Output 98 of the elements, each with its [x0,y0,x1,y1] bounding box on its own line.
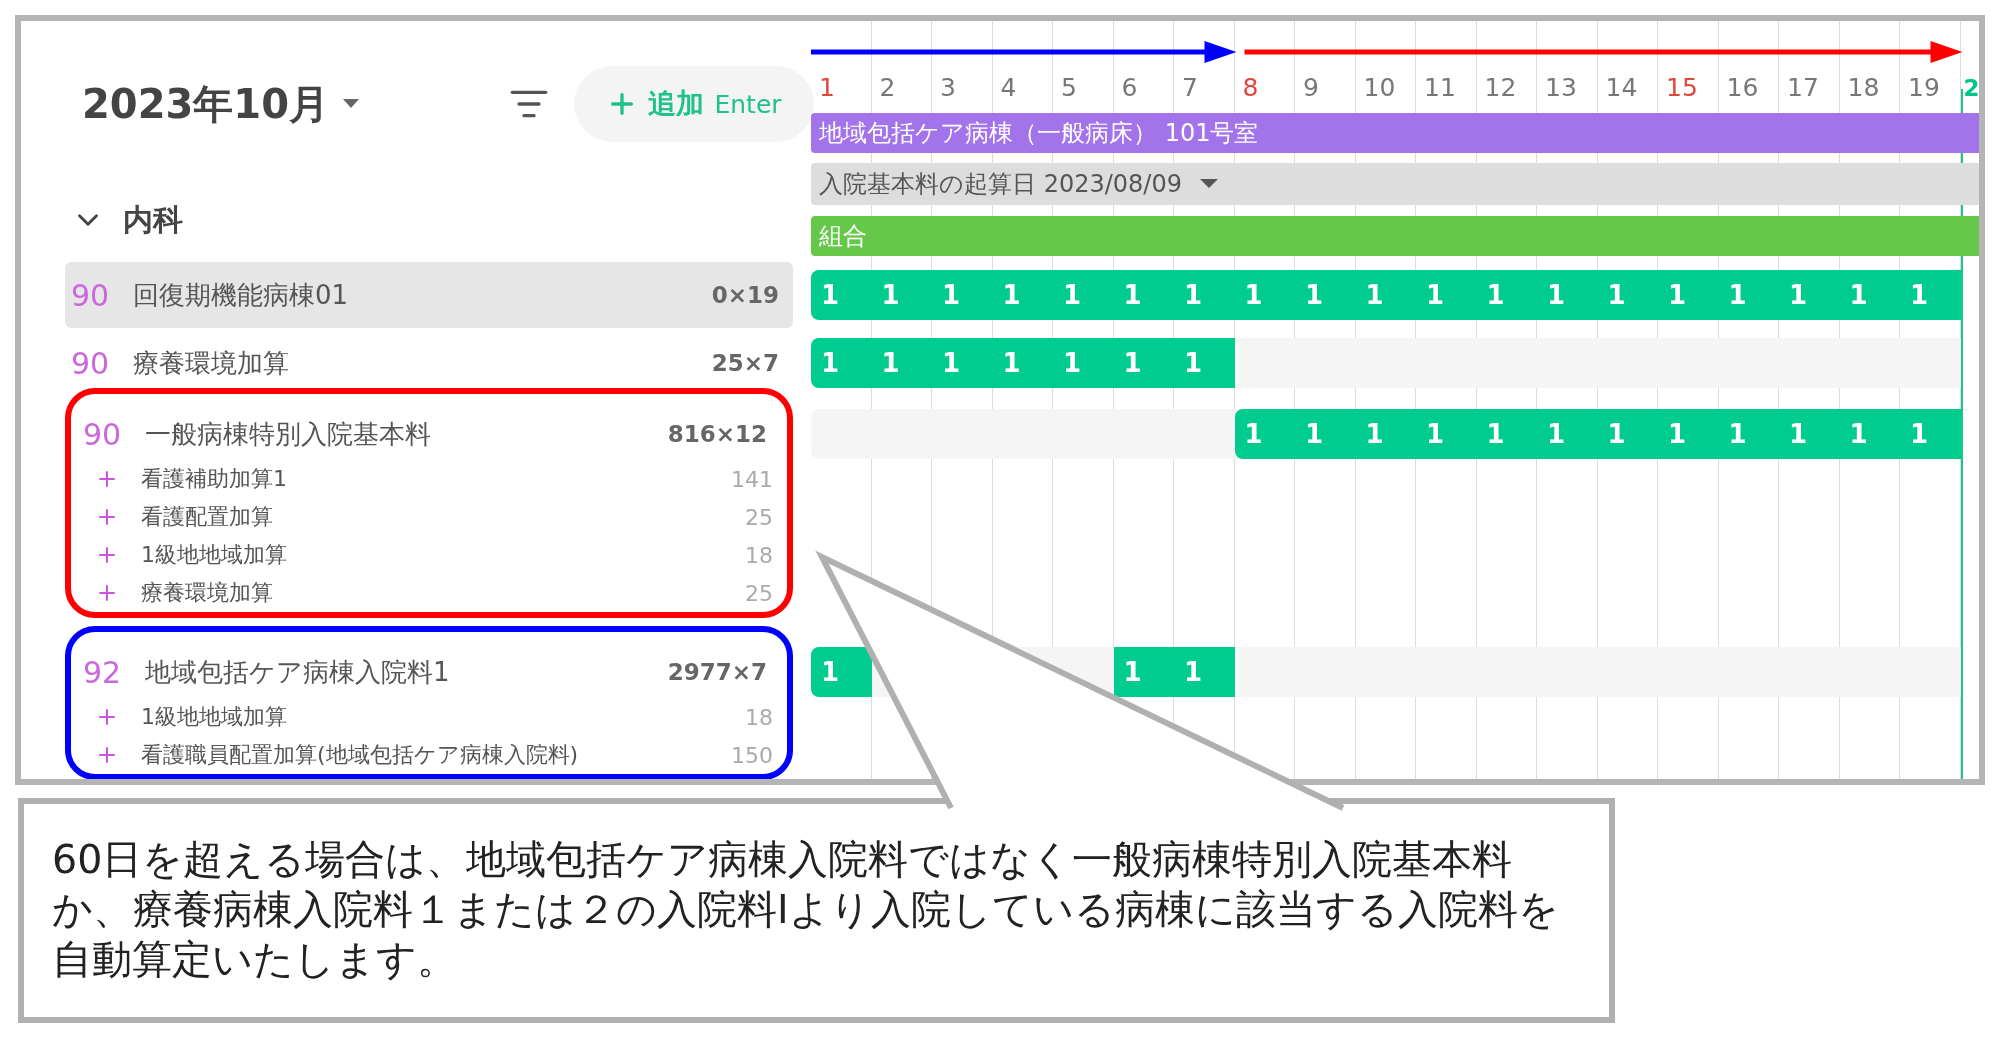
list-item[interactable]: 90 回復期機能病棟01 0×19 [65,262,793,328]
list-item[interactable]: 90 療養環境加算 25×7 [65,338,793,388]
day-number: 3 [939,73,957,102]
day-cell[interactable]: 1 [1779,409,1840,459]
day-cell[interactable]: 1 [1718,270,1779,320]
day-number: 8 [1241,73,1260,102]
ward-code: 90 [71,277,111,313]
day-cell[interactable]: 1 [871,338,932,388]
day-cell[interactable]: 1 [1658,409,1719,459]
day-number: 2 [1962,74,1979,101]
day-cell[interactable]: 1 [1174,647,1235,697]
addon-name: 看護補助加算1 [141,465,287,493]
day-cell[interactable]: 1 [932,270,993,320]
day-cell[interactable]: 1 [1597,270,1658,320]
day-cell[interactable]: 1 [1113,338,1174,388]
day-number: 5 [1060,73,1078,102]
day-cell[interactable]: 1 [1234,409,1295,459]
addon-name: 1級地地域加算 [141,703,287,731]
day-number: 7 [1181,73,1199,102]
ward-code: 90 [71,345,111,381]
day-cell[interactable]: 1 [1839,409,1900,459]
addon-name: 看護職員配置加算(地域包括ケア病棟入院料) [141,741,579,769]
item-amount: 0×19 [711,282,779,308]
caret-icon [1199,179,1218,189]
day-cell[interactable]: 1 [1537,270,1598,320]
day-cell[interactable]: 1 [1718,409,1779,459]
day-cell[interactable]: 1 [1476,409,1537,459]
day-cell[interactable]: 1 [811,338,872,388]
day-cell[interactable]: 1 [1416,270,1477,320]
ward-bar[interactable]: 地域包括ケア病棟（一般病床） 101号室 [811,113,1979,153]
day-number: 2 [878,73,897,102]
day-cell[interactable]: 1 [1295,409,1356,459]
item-name: 療養環境加算 [133,346,289,380]
day-number: 19 [1907,73,1941,102]
day-cell[interactable]: 1 [811,647,872,697]
addon-points: 150 [731,742,773,768]
day-cell[interactable]: 1 [1597,409,1658,459]
day-cell[interactable]: 1 [1416,409,1477,459]
start-date-dropdown[interactable]: 入院基本料の起算日 2023/08/09 [811,163,1979,205]
day-number: 15 [1665,73,1699,102]
item-name: 回復期機能病棟01 [133,278,349,312]
list-item[interactable]: 90 一般病棟特別入院基本料 816×12 [77,408,781,460]
day-cell[interactable]: 1 [1779,270,1840,320]
day-number: 14 [1604,73,1639,102]
day-cell[interactable]: 1 [1900,270,1961,320]
day-cell[interactable]: 1 [992,270,1053,320]
item-amount: 25×7 [711,350,779,376]
item-amount: 816×12 [667,421,767,447]
ward-code: 92 [83,654,123,690]
day-number: 6 [1120,73,1139,102]
addon-points: 141 [731,466,773,492]
addon-name: 看護配置加算 [141,503,273,531]
day-cell[interactable]: 1 [1839,270,1900,320]
item-name: 一般病棟特別入院基本料 [145,417,431,451]
addon-points: 25 [745,580,773,606]
group-header[interactable]: 内科 [71,196,183,244]
list-item[interactable]: 92 地域包括ケア病棟入院料1 2977×7 [77,646,781,698]
day-cell[interactable]: 1 [1295,270,1356,320]
addon-points: 18 [745,704,773,730]
addon-name: 療養環境加算 [141,579,273,607]
day-cell[interactable]: 1 [1537,409,1598,459]
day-cell[interactable]: 1 [1900,409,1961,459]
day-number: 1 [818,73,836,102]
day-cell[interactable]: 1 [1658,270,1719,320]
day-number: 17 [1786,73,1820,102]
item-name: 地域包括ケア病棟入院料1 [145,655,450,689]
add-button[interactable]: 追加 Enter [574,66,814,142]
day-cell[interactable]: 1 [811,270,872,320]
day-number: 18 [1846,73,1881,102]
day-cell[interactable]: 1 [1355,270,1416,320]
day-cell[interactable]: 1 [1234,270,1295,320]
day-cell[interactable]: 1 [1113,270,1174,320]
day-cell[interactable]: 1 [1053,338,1114,388]
caret-icon[interactable] [343,99,359,109]
day-number: 11 [1423,73,1457,102]
day-cell[interactable]: 1 [1355,409,1416,459]
ward-code: 90 [83,416,123,452]
day-number: 12 [1483,73,1518,102]
day-cell[interactable]: 1 [1174,338,1235,388]
day-number: 10 [1362,73,1397,102]
day-cell[interactable]: 1 [932,338,993,388]
addon-points: 18 [745,542,773,568]
addon-points: 25 [745,504,773,530]
day-cell[interactable]: 1 [1174,270,1235,320]
day-cell[interactable]: 1 [1113,647,1174,697]
day-cell[interactable]: 1 [992,338,1053,388]
callout-text: 60日を超える場合は、地域包括ケア病棟入院料ではなく一般病棟特別入院基本料か、療養病棟入院料１または２の入院料Ⅰより入院している病棟に該当する入院料を自動算定いたします。 [52,835,1560,984]
day-cell[interactable]: 1 [1053,270,1114,320]
day-cell[interactable]: 1 [1476,270,1537,320]
month-title[interactable]: 2023年10月 [82,76,329,132]
day-number: 9 [1302,73,1320,102]
day-number: 16 [1725,73,1760,102]
day-number: 4 [999,73,1018,102]
day-number: 13 [1544,73,1578,102]
day-cell[interactable]: 1 [871,270,932,320]
combination-bar[interactable]: 組合 [811,216,1979,256]
addon-name: 1級地地域加算 [141,541,287,569]
item-amount: 2977×7 [667,659,767,685]
